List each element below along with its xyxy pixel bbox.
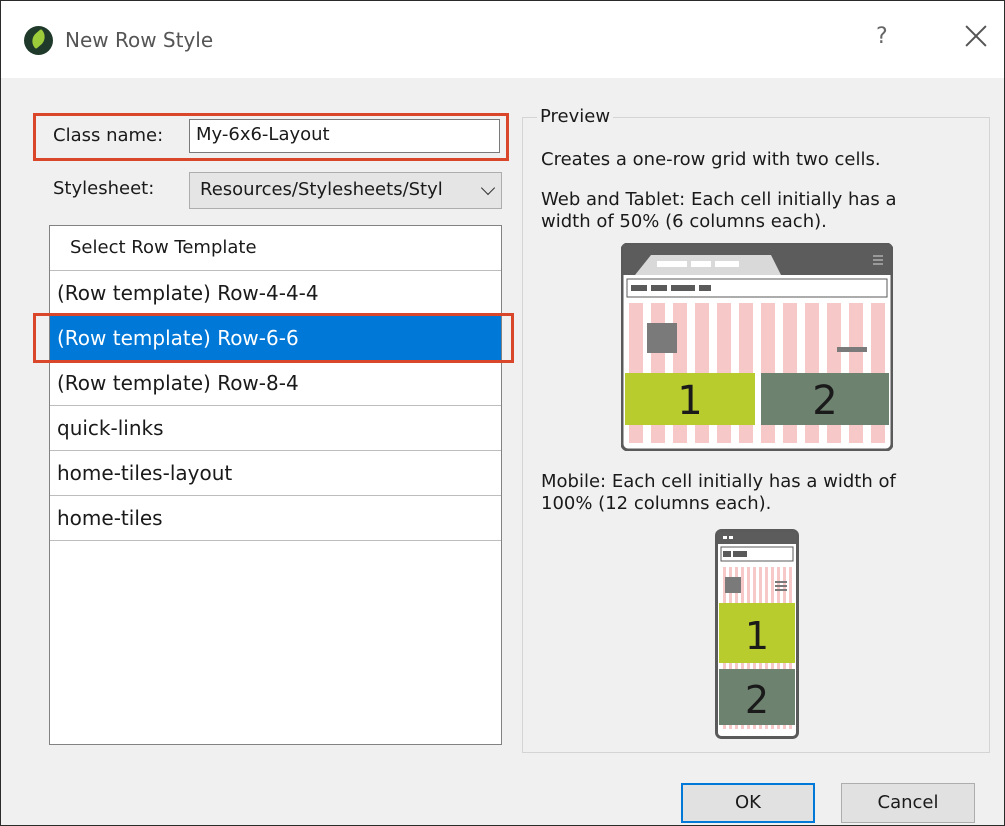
list-item[interactable]: home-tiles [50,496,501,541]
web-tablet-layout-illustration: 1 2 [621,243,893,451]
cell-1-mobile-label: 1 [745,614,769,658]
mobile-layout-illustration: 1 2 [715,529,799,739]
list-item[interactable]: (Row template) Row-8-4 [50,361,501,406]
close-icon[interactable] [961,21,991,51]
cancel-button[interactable]: Cancel [841,783,975,823]
help-button[interactable]: ? [876,23,888,51]
title-bar: New Row Style ? [1,1,1004,78]
preview-description: Creates a one-row grid with two cells. [541,149,881,170]
cell-2-label: 2 [812,378,837,424]
stylesheet-label: Stylesheet: [53,178,155,199]
cell-2-mobile-label: 2 [745,678,769,722]
window-title: New Row Style [65,28,214,52]
selected-row-highlight [33,313,514,363]
list-item[interactable]: quick-links [50,406,501,451]
list-header: Select Row Template [50,226,501,271]
cell-1-label: 1 [677,378,702,424]
row-template-list[interactable]: Select Row Template (Row template) Row-4… [49,225,502,745]
web-tablet-description-line2: width of 50% (6 columns each). [541,211,827,232]
mobile-description-line2: 100% (12 columns each). [541,493,772,514]
new-row-style-dialog: New Row Style ? Class name: My-6x6-Layou… [0,0,1005,826]
ok-button[interactable]: OK [681,783,815,823]
web-tablet-description-line1: Web and Tablet: Each cell initially has … [541,189,897,210]
mobile-description-line1: Mobile: Each cell initially has a width … [541,471,896,492]
list-item[interactable]: (Row template) Row-4-4-4 [50,271,501,316]
app-leaf-icon [24,26,53,55]
stylesheet-value: Resources/Stylesheets/Styl [200,179,443,200]
list-item[interactable]: home-tiles-layout [50,451,501,496]
preview-legend: Preview [537,105,614,129]
chevron-down-icon [480,180,496,196]
stylesheet-dropdown[interactable]: Resources/Stylesheets/Styl [189,172,502,209]
class-name-input[interactable]: My-6x6-Layout [189,119,500,153]
class-name-label: Class name: [53,125,164,146]
